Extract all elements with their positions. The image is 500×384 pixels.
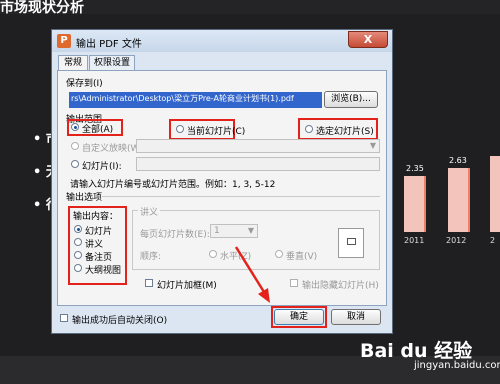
- annotation-arrow: [234, 246, 270, 303]
- annotation-arrow-shaft: [234, 246, 266, 293]
